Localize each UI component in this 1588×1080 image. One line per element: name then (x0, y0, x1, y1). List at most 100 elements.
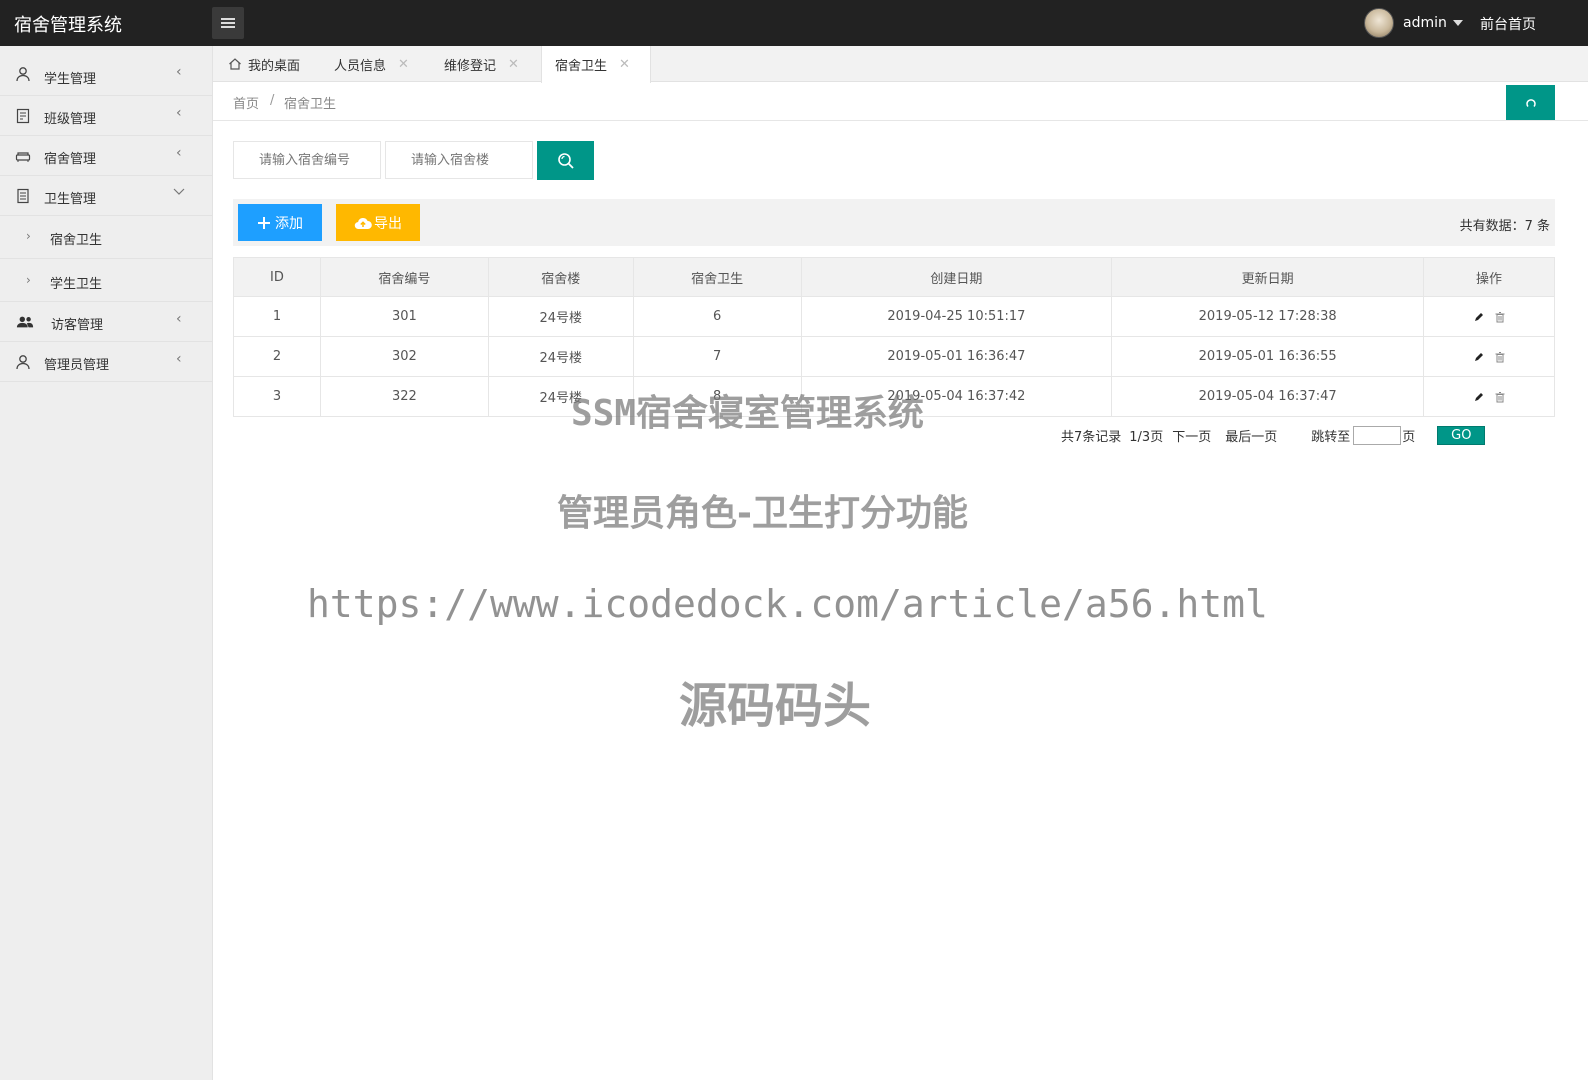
pager-next-link[interactable]: 下一页 (1172, 426, 1211, 445)
sidebar-item-dorms[interactable]: 宿舍管理 ‹ (0, 136, 212, 176)
sidebar-item-label: 访客管理 (51, 318, 104, 333)
breadcrumb-home[interactable]: 首页 (233, 93, 259, 112)
column-header: 操作 (1423, 257, 1555, 297)
building-search-input[interactable] (385, 141, 533, 179)
cell-created: 2019-05-04 16:37:42 (800, 376, 1113, 417)
tab-dorm-hygiene[interactable]: 宿舍卫生 ✕ (541, 46, 651, 83)
edit-icon[interactable] (1473, 391, 1485, 403)
close-icon[interactable]: ✕ (398, 57, 409, 72)
cell-updated: 2019-05-01 16:36:55 (1111, 336, 1425, 377)
cell-actions (1423, 376, 1555, 417)
cell-id: 3 (233, 376, 321, 417)
cell-actions (1423, 296, 1555, 337)
hygiene-table: ID 宿舍编号 宿舍楼 宿舍卫生 创建日期 更新日期 操作 1 301 24号楼… (233, 257, 1555, 417)
tab-personnel-info[interactable]: 人员信息 ✕ (334, 46, 409, 82)
delete-icon[interactable] (1494, 351, 1506, 363)
chevron-down-icon (173, 185, 185, 201)
cell-building: 24号楼 (487, 336, 634, 377)
total-count: 共有数据：7 条 (1459, 219, 1550, 234)
username: admin (1403, 15, 1447, 31)
cell-building: 24号楼 (487, 376, 634, 417)
user-icon (14, 65, 32, 83)
refresh-icon (1525, 98, 1536, 107)
watermark-line: https://www.icodedock.com/article/a56.ht… (307, 582, 1268, 626)
tab-label: 维修登记 (444, 58, 497, 74)
cell-actions (1423, 336, 1555, 377)
sidebar-item-label: 卫生管理 (44, 192, 97, 207)
breadcrumb-current: 宿舍卫生 (284, 97, 337, 112)
delete-icon[interactable] (1494, 311, 1506, 323)
chevron-right-icon: › (26, 229, 31, 243)
cell-id: 2 (233, 336, 321, 377)
cell-updated: 2019-05-04 16:37:47 (1111, 376, 1425, 417)
chevron-left-icon: ‹ (176, 105, 182, 121)
column-header: 创建日期 (800, 257, 1113, 297)
sidebar-item-label: 学生管理 (44, 72, 97, 87)
plus-icon (258, 216, 270, 229)
tab-label: 人员信息 (334, 58, 387, 74)
pager-total: 共7条记录 (1061, 429, 1122, 445)
edit-icon[interactable] (1473, 351, 1485, 363)
tab-my-desktop[interactable]: 我的桌面 (228, 46, 300, 82)
add-button[interactable]: 添加 (238, 204, 322, 241)
user-menu[interactable]: admin (1364, 8, 1463, 38)
watermark-line: 源码码头 (679, 678, 872, 734)
close-icon[interactable]: ✕ (619, 57, 630, 72)
breadcrumb-separator: / (270, 93, 275, 108)
delete-icon[interactable] (1494, 391, 1506, 403)
table-toolbar: 添加 导出 共有数据：7 条 (233, 199, 1555, 246)
sidebar-subitem-dorm-hygiene[interactable]: › 宿舍卫生 (0, 216, 212, 259)
cell-dorm-no: 302 (319, 336, 489, 377)
add-button-label: 添加 (275, 215, 303, 232)
cell-created: 2019-04-25 10:51:17 (800, 296, 1113, 337)
sidebar-item-students[interactable]: 学生管理 ‹ (0, 46, 212, 96)
pager-jump-label: 跳转至 (1311, 429, 1351, 445)
sidebar-item-hygiene[interactable]: 卫生管理 (0, 176, 212, 216)
export-button[interactable]: 导出 (336, 204, 420, 241)
users-icon (16, 313, 34, 331)
cell-score: 7 (632, 336, 802, 377)
search-icon (557, 152, 574, 169)
dorm-no-search-input[interactable] (233, 141, 381, 179)
admin-icon (14, 353, 32, 371)
document-icon (14, 187, 32, 205)
sidebar-subitem-student-hygiene[interactable]: › 学生卫生 (0, 259, 212, 302)
table-header-row: ID 宿舍编号 宿舍楼 宿舍卫生 创建日期 更新日期 操作 (233, 257, 1555, 297)
menu-toggle-button[interactable] (212, 7, 244, 39)
app-title: 宿舍管理系统 (14, 15, 122, 36)
column-header: 更新日期 (1111, 257, 1425, 297)
chevron-left-icon: ‹ (176, 64, 182, 80)
column-header: 宿舍编号 (319, 257, 489, 297)
breadcrumb: 首页 / 宿舍卫生 (213, 82, 1588, 121)
clipboard-icon (14, 107, 32, 125)
sidebar-item-classes[interactable]: 班级管理 ‹ (0, 96, 212, 136)
tab-label: 宿舍卫生 (555, 59, 608, 74)
hamburger-icon (221, 17, 235, 29)
cell-score: 8 (632, 376, 802, 417)
tab-label: 我的桌面 (248, 58, 301, 74)
go-button[interactable]: GO (1437, 425, 1486, 445)
sidebar-item-admins[interactable]: 管理员管理 ‹ (0, 342, 212, 382)
front-home-link[interactable]: 前台首页 (1480, 14, 1536, 34)
close-icon[interactable]: ✕ (508, 57, 519, 72)
refresh-button[interactable] (1506, 85, 1555, 120)
chevron-left-icon: ‹ (176, 311, 182, 327)
home-icon (229, 58, 241, 70)
edit-icon[interactable] (1473, 311, 1485, 323)
pager-page: 1/3页 (1129, 429, 1164, 445)
column-header: ID (233, 257, 321, 297)
sofa-icon (14, 147, 32, 165)
cell-updated: 2019-05-12 17:28:38 (1111, 296, 1425, 337)
pager-page-unit: 页 (1402, 429, 1416, 445)
tab-repair-registration[interactable]: 维修登记 ✕ (444, 46, 519, 82)
top-bar: 宿舍管理系统 admin 前台首页 (0, 0, 1588, 46)
chevron-right-icon: › (26, 273, 31, 287)
search-button[interactable] (537, 141, 594, 180)
page-jump-input[interactable] (1353, 425, 1402, 445)
sidebar-subitem-label: 宿舍卫生 (50, 233, 103, 248)
pager-last-link[interactable]: 最后一页 (1225, 426, 1277, 445)
chevron-left-icon: ‹ (176, 351, 182, 367)
avatar (1364, 8, 1394, 38)
table-row: 2 302 24号楼 7 2019-05-01 16:36:47 2019-05… (233, 336, 1555, 377)
sidebar-item-visitors[interactable]: 访客管理 ‹ (0, 302, 212, 342)
